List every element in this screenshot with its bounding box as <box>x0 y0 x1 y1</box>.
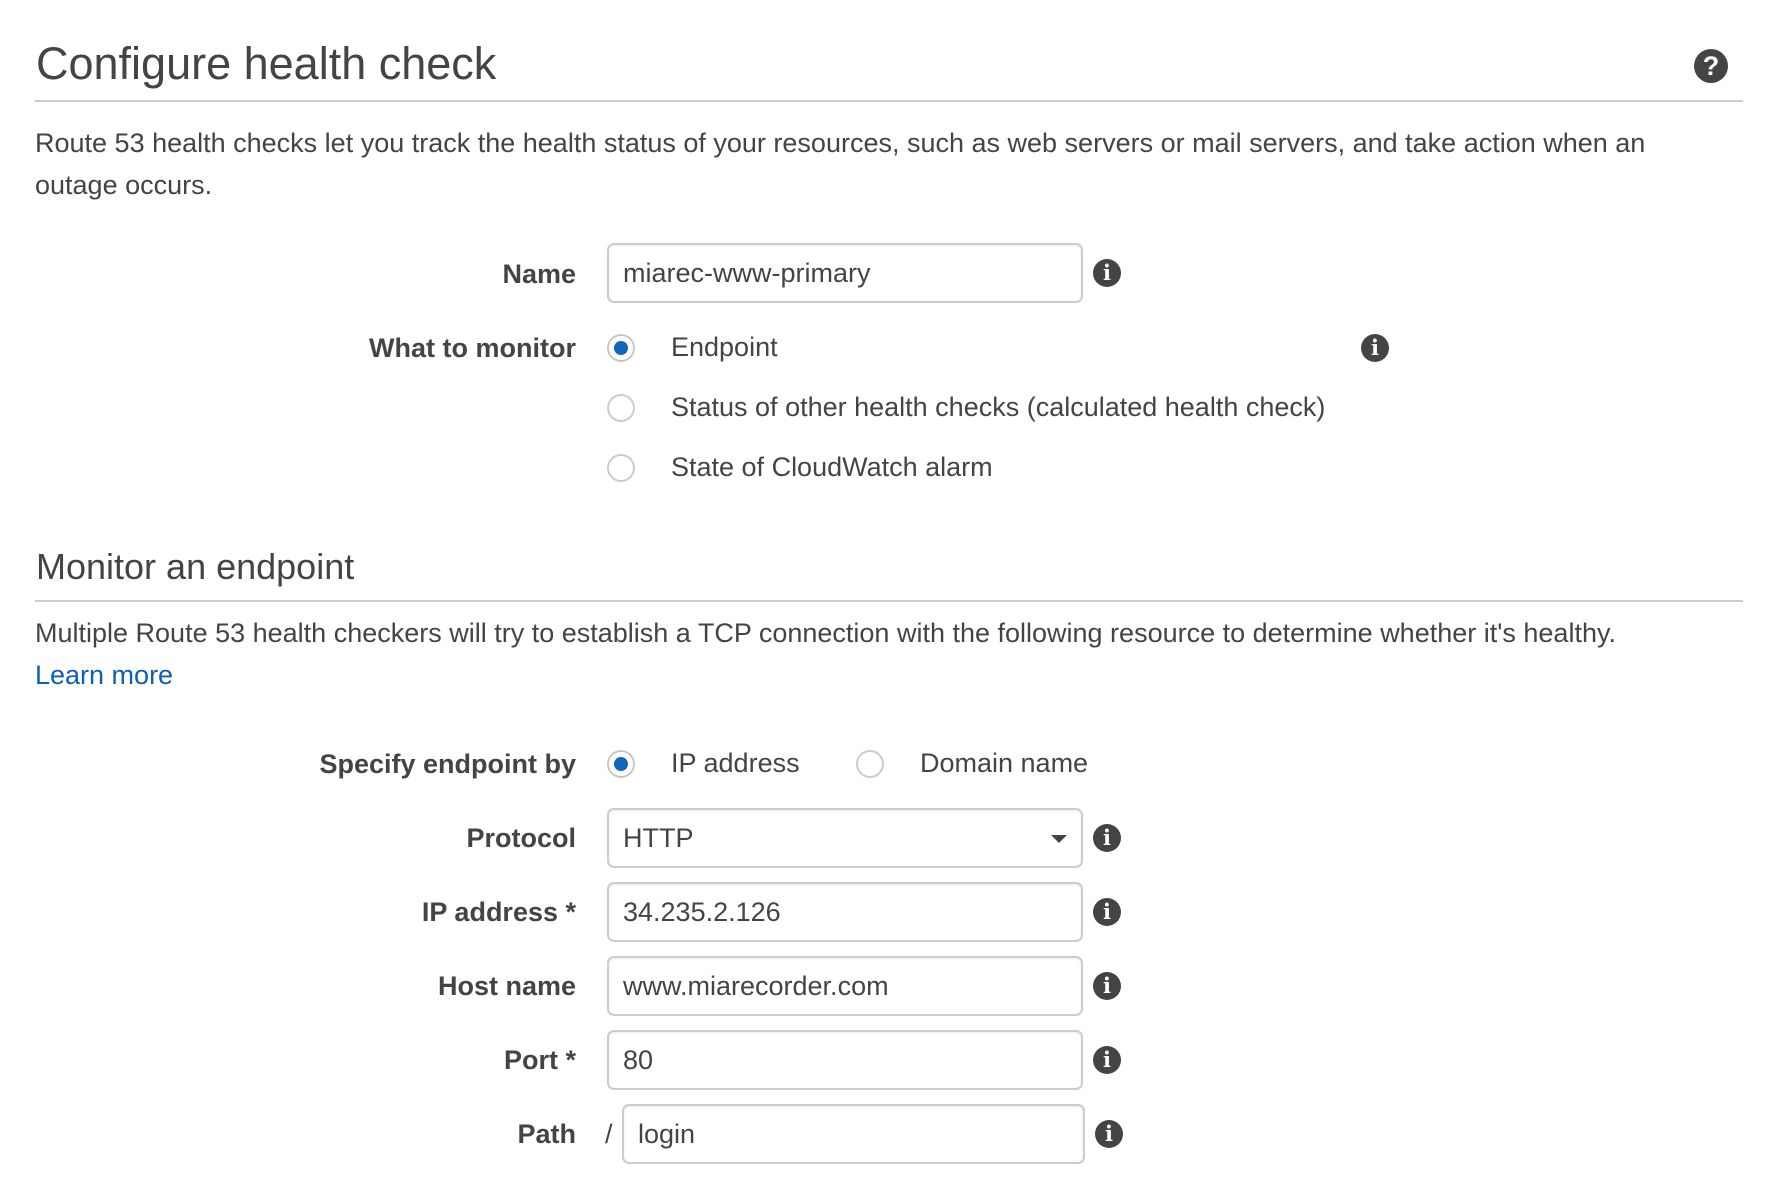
what-to-monitor-info-icon[interactable]: i <box>1361 334 1389 362</box>
radio-domain-name[interactable] <box>856 750 884 778</box>
section-divider <box>35 600 1743 602</box>
host-name-label: Host name <box>437 971 576 1001</box>
chevron-down-icon <box>1051 835 1067 843</box>
ip-address-info-icon[interactable]: i <box>1093 898 1121 926</box>
radio-endpoint[interactable] <box>607 334 635 362</box>
radio-calculated-health-check[interactable] <box>607 394 635 422</box>
ip-address-label: IP address * <box>421 897 576 927</box>
protocol-selected-value: HTTP <box>623 823 694 853</box>
radio-calculated-health-check-label[interactable]: Status of other health checks (calculate… <box>671 390 1325 424</box>
radio-cloudwatch-alarm-label[interactable]: State of CloudWatch alarm <box>671 450 993 484</box>
section-title-monitor-endpoint: Monitor an endpoint <box>36 546 355 587</box>
path-prefix-slash: / <box>605 1119 613 1149</box>
radio-domain-name-label[interactable]: Domain name <box>920 746 1088 780</box>
learn-more-link[interactable]: Learn more <box>35 654 173 696</box>
radio-endpoint-label[interactable]: Endpoint <box>671 330 778 364</box>
protocol-label: Protocol <box>466 823 576 853</box>
host-name-input[interactable] <box>607 956 1083 1016</box>
page-title: Configure health check <box>36 38 497 89</box>
port-info-icon[interactable]: i <box>1093 1046 1121 1074</box>
path-input[interactable] <box>622 1104 1085 1164</box>
what-to-monitor-label: What to monitor <box>369 333 576 363</box>
name-label: Name <box>502 259 576 289</box>
page-description: Route 53 health checks let you track the… <box>35 128 1646 200</box>
protocol-info-icon[interactable]: i <box>1093 824 1121 852</box>
help-icon[interactable]: ? <box>1694 49 1728 83</box>
specify-endpoint-by-label: Specify endpoint by <box>319 749 576 779</box>
radio-cloudwatch-alarm[interactable] <box>607 454 635 482</box>
path-info-icon[interactable]: i <box>1095 1120 1123 1148</box>
ip-address-input[interactable] <box>607 882 1083 942</box>
section-description: Multiple Route 53 health checkers will t… <box>35 618 1616 648</box>
header-divider <box>35 100 1743 102</box>
path-label: Path <box>517 1119 576 1149</box>
name-input[interactable] <box>607 243 1083 303</box>
port-input[interactable] <box>607 1030 1083 1090</box>
name-info-icon[interactable]: i <box>1093 259 1121 287</box>
radio-ip-address[interactable] <box>607 750 635 778</box>
protocol-select[interactable]: HTTP <box>607 808 1083 868</box>
radio-ip-address-label[interactable]: IP address <box>671 746 800 780</box>
host-name-info-icon[interactable]: i <box>1093 972 1121 1000</box>
port-label: Port * <box>503 1045 576 1075</box>
